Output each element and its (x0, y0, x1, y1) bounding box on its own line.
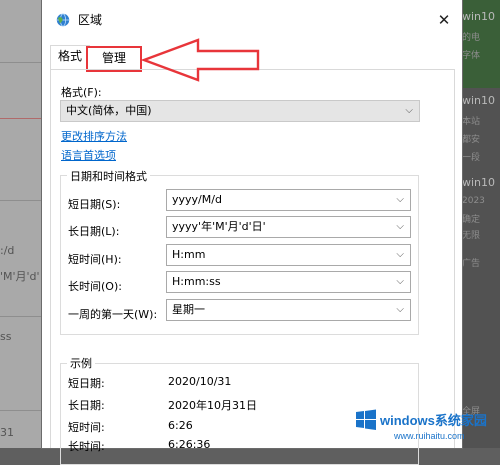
bg-text: 字体 (462, 51, 481, 61)
chevron-down-icon: ⌵ (396, 194, 404, 205)
globe-icon (56, 13, 70, 27)
tab-format[interactable]: 格式 (50, 45, 90, 70)
close-button[interactable]: ✕ (434, 11, 454, 29)
example-long-time-label: 长时间: (68, 440, 105, 453)
bg-divider (0, 316, 42, 317)
long-date-label: 长日期(L): (68, 225, 120, 238)
bg-text: ss (0, 330, 12, 343)
chevron-down-icon: ⌵ (396, 276, 404, 287)
first-day-label: 一周的第一天(W): (68, 308, 158, 321)
example-short-time-value: 6:26 (168, 419, 193, 432)
first-day-value: 星期一 (172, 303, 205, 316)
datetime-group-title: 日期和时间格式 (67, 168, 150, 184)
bg-text: 确定 (462, 215, 481, 225)
bg-text: :/d (0, 244, 15, 257)
long-date-value: yyyy'年'M'月'd'日' (172, 220, 266, 233)
watermark-title: windows系统家园 (380, 413, 487, 428)
bg-divider (0, 62, 42, 63)
bg-text: 广告 (462, 259, 481, 269)
bg-text: 31 (0, 426, 14, 439)
example-short-date-value: 2020/10/31 (168, 375, 232, 388)
bg-text: win10 (462, 94, 496, 107)
example-short-date-label: 短日期: (68, 377, 105, 390)
long-time-label: 长时间(O): (68, 280, 122, 293)
example-long-date-value: 2020年10月31日 (168, 399, 257, 412)
chevron-down-icon: ⌵ (396, 304, 404, 315)
short-time-label: 短时间(H): (68, 253, 122, 266)
example-short-time-label: 短时间: (68, 421, 105, 434)
bg-text: 无限 (462, 231, 481, 241)
first-day-select[interactable]: 星期一 ⌵ (166, 299, 411, 321)
chevron-down-icon: ⌵ (396, 221, 404, 232)
bg-text: 的电 (462, 33, 481, 43)
bg-text: 一段 (462, 153, 481, 163)
chevron-down-icon: ⌵ (396, 249, 404, 260)
short-date-value: yyyy/M/d (172, 193, 222, 206)
bg-text: 'M'月'd' (0, 270, 40, 283)
long-time-value: H:mm:ss (172, 275, 221, 288)
short-date-label: 短日期(S): (68, 198, 121, 211)
format-select-value: 中文(简体，中国) (66, 104, 152, 117)
short-date-select[interactable]: yyyy/M/d ⌵ (166, 189, 411, 211)
bg-divider (0, 200, 42, 201)
bg-text: win10 (462, 176, 496, 189)
format-label: 格式(F): (61, 86, 102, 99)
format-select[interactable]: 中文(简体，中国) ⌵ (60, 100, 420, 122)
short-time-value: H:mm (172, 248, 206, 261)
background-app-left: :/d 'M'月'd' ss 31 (0, 0, 42, 448)
long-date-select[interactable]: yyyy'年'M'月'd'日' ⌵ (166, 216, 411, 238)
window-title: 区域 (78, 13, 103, 27)
arrow-left-icon (140, 38, 260, 82)
example-long-time-value: 6:26:36 (168, 438, 211, 451)
bg-text: 本站 (462, 117, 481, 127)
change-sort-link[interactable]: 更改排序方法 (61, 128, 127, 144)
long-time-select[interactable]: H:mm:ss ⌵ (166, 271, 411, 293)
windows-logo-icon (356, 409, 376, 430)
language-preferences-link[interactable]: 语言首选项 (61, 147, 116, 163)
bg-text: win10 (462, 10, 496, 23)
bg-text: 都安 (462, 135, 481, 145)
bg-text: 2023 (462, 196, 485, 206)
short-time-select[interactable]: H:mm ⌵ (166, 244, 411, 266)
bg-divider (0, 118, 42, 119)
bg-divider (0, 410, 42, 411)
example-long-date-label: 长日期: (68, 399, 105, 412)
watermark-url: www.ruihaitu.com (394, 431, 465, 441)
chevron-down-icon: ⌵ (405, 105, 413, 116)
example-group-title: 示例 (67, 355, 95, 371)
